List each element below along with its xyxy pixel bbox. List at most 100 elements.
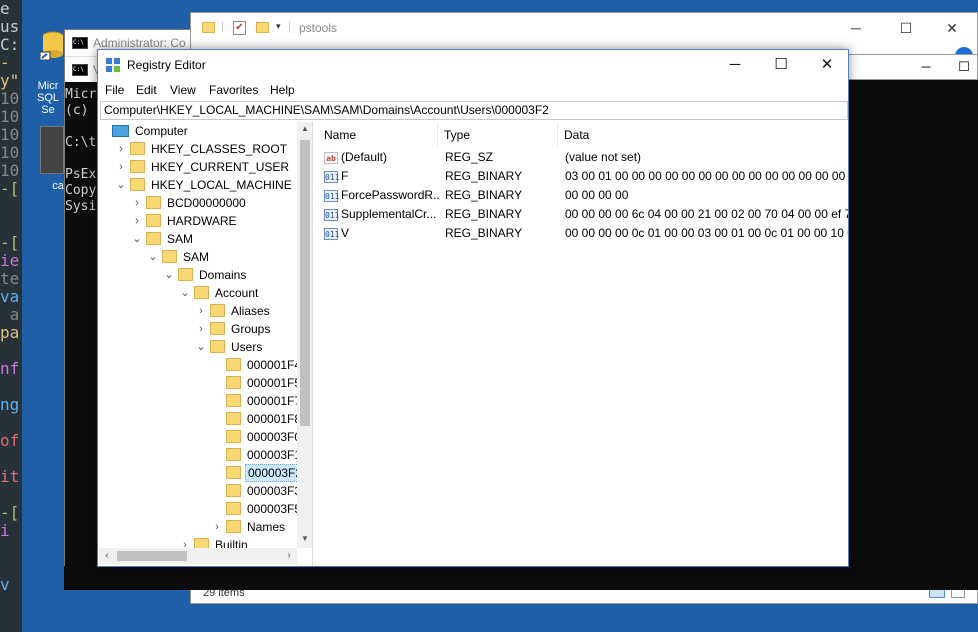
regedit-title: Registry Editor <box>127 58 206 72</box>
terminal-line: 10 <box>0 161 20 180</box>
folder-icon <box>226 394 241 407</box>
folder-icon <box>226 430 241 443</box>
terminal-line: pa <box>0 323 20 342</box>
registry-value-row[interactable]: ab (Default) REG_SZ (value not set) <box>318 148 848 167</box>
desktop-icon-label-line: SQL Se <box>36 92 59 116</box>
binary-value-icon: 011 <box>324 190 340 202</box>
regedit-maximize-button[interactable]: ☐ <box>758 50 804 80</box>
chevron-right-icon[interactable]: › <box>115 158 127 176</box>
column-header-name[interactable]: Name <box>318 124 438 146</box>
menu-file[interactable]: File <box>105 83 124 97</box>
menu-view[interactable]: View <box>170 83 196 97</box>
explorer-maximize-button[interactable]: ☐ <box>883 13 929 43</box>
explorer-title-bar[interactable]: | ✔ ▾ | pstools ─ ☐ ✕ <box>191 13 977 43</box>
binary-value-icon: 011 <box>324 228 340 240</box>
tree-node-label: 000003F1 <box>247 448 302 462</box>
cmd-icon: C:\ <box>72 64 88 76</box>
cmd-line <box>65 119 96 135</box>
terminal-line: i <box>0 521 10 540</box>
tree-node-label: 000003F3 <box>247 484 302 498</box>
scroll-thumb[interactable] <box>300 140 310 426</box>
column-header-type[interactable]: Type <box>438 124 558 146</box>
menu-edit[interactable]: Edit <box>136 83 157 97</box>
cmd-output: Micr (c) C:\t PsEx Copy Sysi <box>65 85 96 215</box>
chevron-down-icon[interactable]: ⌄ <box>179 284 191 302</box>
background-window[interactable]: ─ ☐ <box>845 54 978 80</box>
chevron-right-icon[interactable]: › <box>131 194 143 212</box>
tree-node-label: Account <box>215 286 259 300</box>
terminal-line: C: <box>0 35 20 54</box>
chevron-right-icon[interactable]: › <box>195 302 207 320</box>
chevron-down-icon[interactable]: ⌄ <box>147 248 159 266</box>
cmd-line: C:\t <box>65 135 97 150</box>
terminal-line: 10 <box>0 143 20 162</box>
chevron-right-icon[interactable]: › <box>211 518 223 536</box>
registry-tree[interactable]: › Builtin › Names 000003F5 000003F3 000003F2 00… <box>99 122 313 566</box>
scroll-up-arrow[interactable]: ▲ <box>297 124 312 133</box>
value-type: REG_BINARY <box>445 188 523 202</box>
tree-horizontal-scrollbar[interactable]: ‹ › <box>99 548 297 564</box>
explorer-minimize-button[interactable]: ─ <box>833 13 879 43</box>
explorer-close-button[interactable]: ✕ <box>929 13 975 43</box>
tree-vertical-scrollbar[interactable]: ▲ ▼ <box>297 122 312 548</box>
registry-value-row[interactable]: 011 ForcePasswordR... REG_BINARY 00 00 00 0… <box>318 186 848 205</box>
registry-editor-icon <box>106 58 120 72</box>
values-pane[interactable]: Name Type Data ab (Default) REG_SZ (value n… <box>318 122 848 566</box>
terminal-line: ng <box>0 395 20 414</box>
chevron-down-icon[interactable]: ⌄ <box>131 230 143 248</box>
binary-value-icon: 011 <box>324 171 340 183</box>
address-bar[interactable]: Computer\HKEY_LOCAL_MACHINE\SAM\SAM\Doma… <box>100 101 848 120</box>
chevron-down-icon[interactable]: ⌄ <box>115 176 127 194</box>
folder-icon <box>226 448 241 461</box>
win2-maximize-button[interactable]: ☐ <box>950 55 978 79</box>
chevron-right-icon[interactable]: › <box>131 212 143 230</box>
scroll-right-arrow[interactable]: › <box>281 548 297 564</box>
registry-value-row[interactable]: 011 SupplementalCr... REG_BINARY 00 00 00 0… <box>318 205 848 224</box>
registry-value-row[interactable]: 011 V REG_BINARY 00 00 00 00 0c 01 00 00 03… <box>318 224 848 243</box>
regedit-minimize-button[interactable]: ─ <box>712 50 758 80</box>
background-terminal: e us C: - y" 10 10 10 10 10 -[ -[ie te va a pa nf ng … <box>0 0 22 632</box>
desktop-icon-label-line: Micr <box>37 80 59 92</box>
tree-node-label: HKEY_LOCAL_MACHINE <box>151 178 292 192</box>
regedit-title-bar[interactable]: Registry Editor ─ ☐ ✕ <box>98 50 848 80</box>
regedit-close-button[interactable]: ✕ <box>804 50 850 80</box>
terminal-line: - <box>0 53 10 72</box>
scroll-down-arrow[interactable]: ▼ <box>297 534 312 543</box>
scroll-thumb[interactable] <box>117 551 187 561</box>
registry-editor-window[interactable]: Registry Editor ─ ☐ ✕ File Edit View Fav… <box>97 49 849 567</box>
folder-icon <box>202 22 215 33</box>
column-header-data[interactable]: Data <box>558 124 848 146</box>
chevron-right-icon[interactable]: › <box>115 140 127 158</box>
menu-help[interactable]: Help <box>270 83 295 97</box>
computer-icon <box>112 125 129 137</box>
chevron-down-icon[interactable]: ⌄ <box>163 266 175 284</box>
chevron-right-icon[interactable]: › <box>195 320 207 338</box>
tree-node-label: Names <box>247 520 286 534</box>
menu-favorites[interactable]: Favorites <box>209 83 258 97</box>
chevron-down-icon[interactable]: ⌄ <box>195 338 207 356</box>
sql-server-icon[interactable] <box>39 30 66 61</box>
new-folder-icon[interactable] <box>256 22 269 33</box>
cmd-line <box>65 151 96 167</box>
ca-icon[interactable] <box>40 126 64 174</box>
folder-icon <box>210 322 225 335</box>
explorer-title: pstools <box>299 21 338 35</box>
tree-node-label: 000001F4 <box>247 358 302 372</box>
registry-value-row[interactable]: 011 F REG_BINARY 03 00 01 00 00 00 00 00 00… <box>318 167 848 186</box>
tree-node-label: SAM <box>167 232 194 246</box>
binary-value-icon: 011 <box>324 209 340 221</box>
win2-minimize-button[interactable]: ─ <box>906 55 946 79</box>
value-data: 00 00 00 00 6c 04 00 00 21 00 02 00 70 0… <box>565 207 848 221</box>
folder-icon <box>226 484 241 497</box>
value-data: 00 00 00 00 <box>565 188 629 202</box>
scroll-left-arrow[interactable]: ‹ <box>99 548 115 564</box>
properties-icon[interactable]: ✔ <box>233 21 246 35</box>
tree-node-label: 000001F7 <box>247 394 302 408</box>
value-data: 03 00 01 00 00 00 00 00 00 00 00 00 00 0… <box>565 169 848 183</box>
chevron-down-icon[interactable]: ▾ <box>276 21 281 32</box>
